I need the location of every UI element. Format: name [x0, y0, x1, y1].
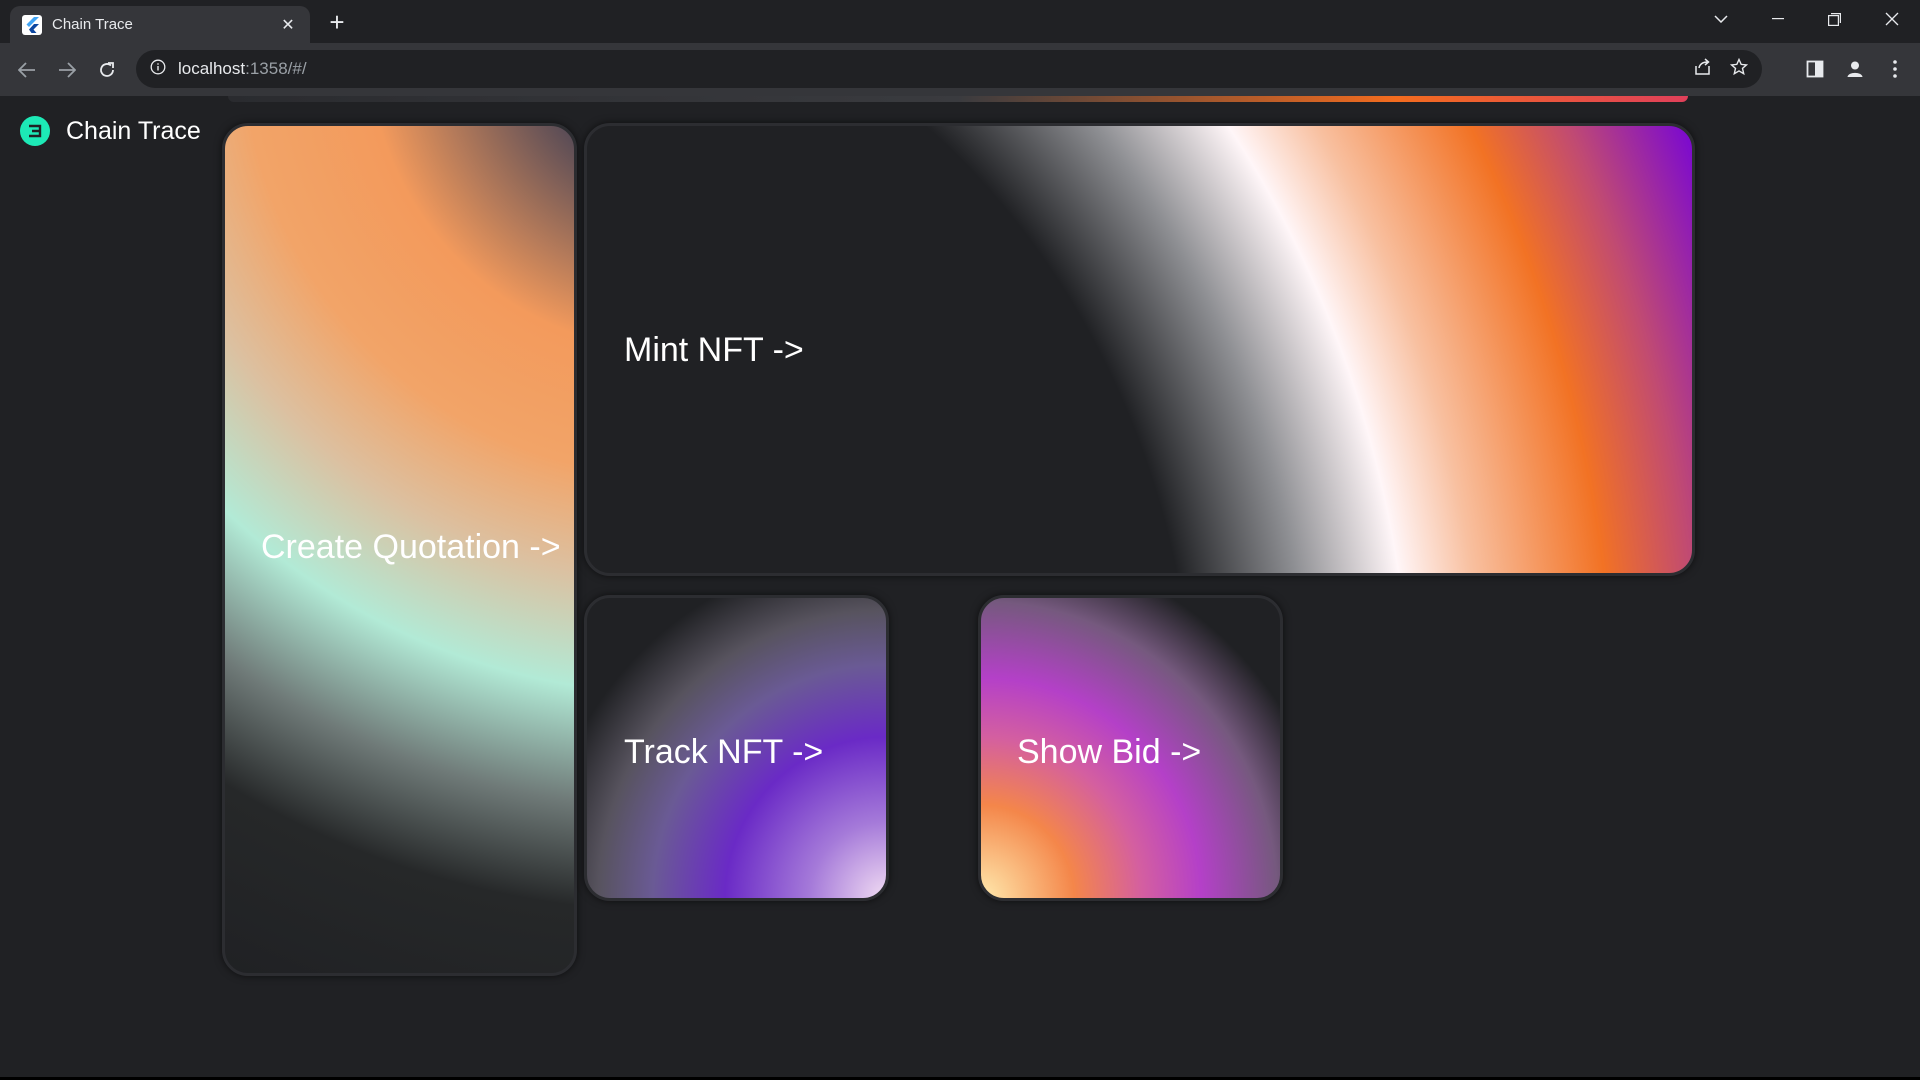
track-nft-card[interactable]: Track NFT ->: [584, 595, 889, 901]
browser-toolbar: localhost:1358/#/: [0, 43, 1920, 96]
url-host: localhost: [178, 59, 246, 78]
forward-arrow-icon[interactable]: [47, 50, 87, 90]
browser-tabstrip: Chain Trace ✕ +: [0, 0, 1920, 43]
minimize-icon[interactable]: [1749, 0, 1806, 38]
show-bid-label: Show Bid ->: [1017, 733, 1202, 771]
mint-nft-label: Mint NFT ->: [624, 331, 804, 369]
bookmark-star-icon[interactable]: [1729, 57, 1749, 81]
tab-search-icon[interactable]: [1692, 0, 1749, 38]
profile-icon[interactable]: [1840, 54, 1870, 84]
address-bar[interactable]: localhost:1358/#/: [136, 50, 1762, 88]
side-panel-icon[interactable]: [1800, 54, 1830, 84]
site-info-icon[interactable]: [150, 59, 166, 80]
browser-tab[interactable]: Chain Trace ✕: [10, 6, 310, 43]
chain-trace-logo-icon: [20, 116, 50, 146]
track-nft-label: Track NFT ->: [624, 733, 824, 771]
close-window-icon[interactable]: [1863, 0, 1920, 38]
back-arrow-icon[interactable]: [7, 50, 47, 90]
show-bid-card[interactable]: Show Bid ->: [978, 595, 1283, 901]
tab-title: Chain Trace: [52, 16, 133, 33]
brand-header: Chain Trace: [20, 116, 201, 146]
toolbar-right: [1800, 49, 1910, 89]
menu-kebab-icon[interactable]: [1880, 54, 1910, 84]
app-page: Chain Trace Create Quotation -> Mint NFT…: [0, 96, 1920, 1080]
create-quotation-label: Create Quotation ->: [261, 528, 561, 566]
share-icon[interactable]: [1694, 57, 1712, 81]
new-tab-button[interactable]: +: [322, 8, 352, 38]
omnibox-actions: [1694, 50, 1749, 88]
mint-nft-card[interactable]: Mint NFT ->: [584, 123, 1695, 576]
create-quotation-card[interactable]: Create Quotation ->: [222, 123, 577, 976]
flutter-favicon-icon: [22, 14, 42, 35]
tab-close-icon[interactable]: ✕: [278, 15, 298, 35]
reload-icon[interactable]: [87, 50, 127, 90]
brand-name: Chain Trace: [66, 116, 201, 145]
restore-icon[interactable]: [1806, 0, 1863, 38]
window-controls: [1692, 0, 1920, 38]
scrolled-card-edge: [228, 96, 1688, 102]
url-path: :1358/#/: [245, 59, 307, 78]
url-text: localhost:1358/#/: [178, 59, 307, 79]
